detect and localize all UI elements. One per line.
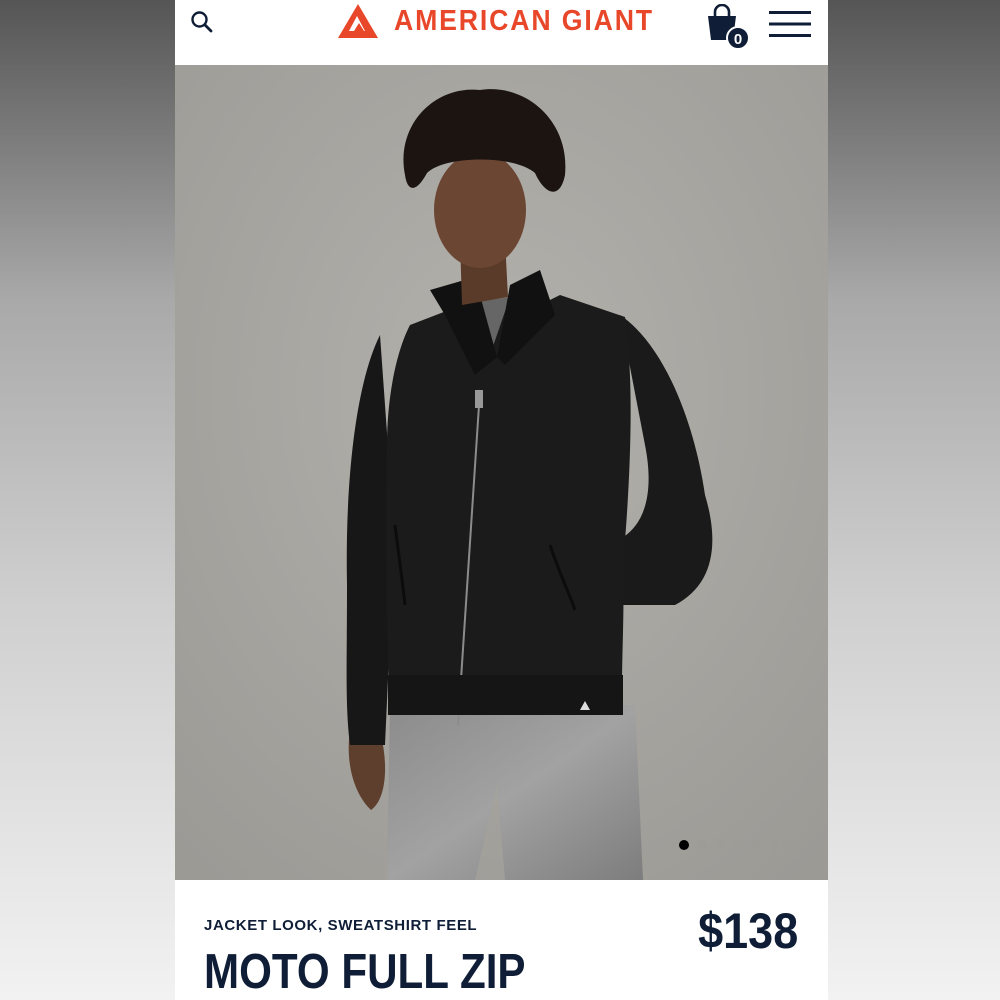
product-title: MOTO FULL ZIP (204, 945, 526, 999)
search-icon (191, 11, 213, 33)
product-page: AMERICAN GIANT 0 JACKET LOOK, SWEATSHIRT… (175, 0, 828, 1000)
menu-button[interactable] (769, 10, 811, 38)
brand-logo[interactable]: AMERICAN GIANT (338, 3, 677, 39)
product-info: JACKET LOOK, SWEATSHIRT FEEL MOTO FULL Z… (175, 880, 828, 1000)
product-price: $138 (697, 903, 798, 959)
search-button[interactable] (189, 9, 215, 35)
cart-button[interactable]: 0 (705, 4, 753, 50)
carousel-pagination (679, 840, 797, 850)
brand-name: AMERICAN GIANT (394, 4, 654, 37)
carousel-dot[interactable] (769, 840, 779, 850)
product-tagline: JACKET LOOK, SWEATSHIRT FEEL (204, 917, 478, 934)
product-image-carousel[interactable] (175, 65, 828, 880)
cart-count-badge: 0 (726, 26, 750, 50)
hamburger-menu-icon (769, 11, 811, 37)
carousel-dot[interactable] (715, 840, 725, 850)
carousel-dot[interactable] (733, 840, 743, 850)
carousel-dot[interactable] (751, 840, 761, 850)
product-photo (175, 65, 828, 880)
carousel-dot[interactable] (679, 840, 689, 850)
top-nav-bar: AMERICAN GIANT 0 (175, 0, 828, 65)
carousel-dot[interactable] (697, 840, 707, 850)
brand-triangle-logo (338, 4, 378, 38)
carousel-dot[interactable] (787, 840, 797, 850)
